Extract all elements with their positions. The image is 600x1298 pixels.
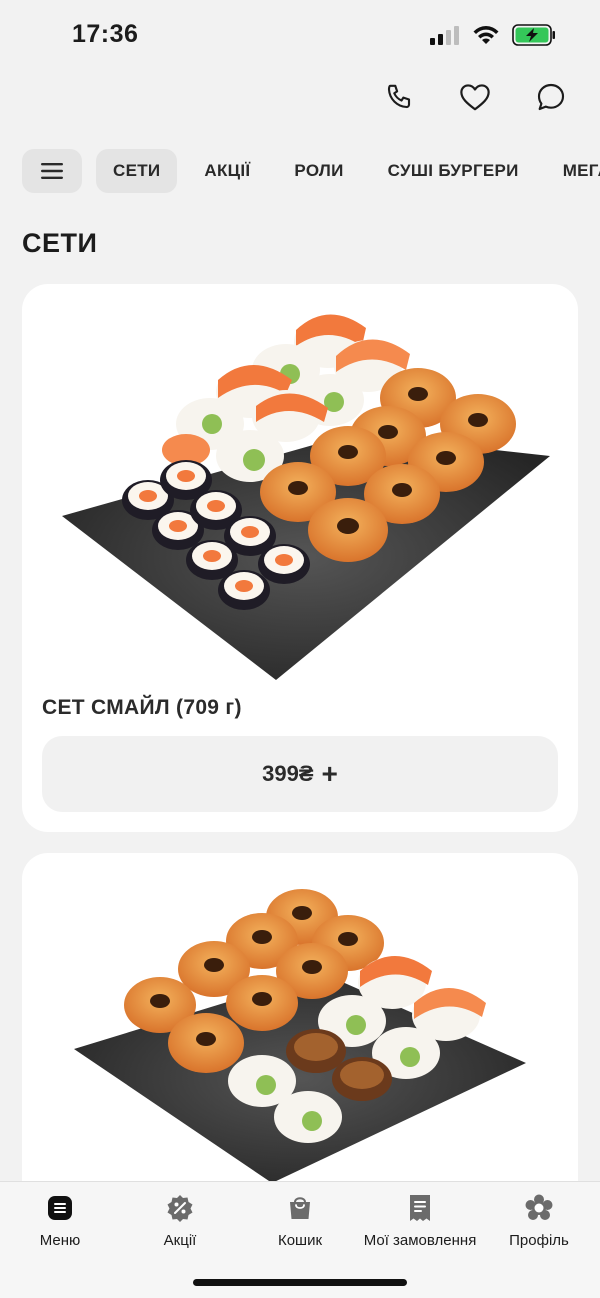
tab-rolls[interactable]: РОЛИ — [277, 149, 360, 193]
favorites-button[interactable] — [454, 78, 496, 116]
status-icons — [430, 24, 556, 46]
nav-item-cart[interactable]: Кошик — [235, 1194, 365, 1249]
product-price: 399₴ — [262, 761, 314, 786]
plus-icon: + — [321, 758, 338, 789]
profile-flower-icon — [525, 1194, 553, 1222]
categories-menu-button[interactable] — [22, 149, 82, 193]
header-actions — [378, 78, 572, 116]
nav-label-promotions: Акції — [163, 1232, 197, 1249]
nav-item-menu[interactable]: Меню — [0, 1194, 125, 1249]
section-title: СЕТИ — [22, 228, 98, 258]
nav-label-cart: Кошик — [277, 1232, 323, 1249]
cellular-signal-icon — [430, 26, 459, 45]
tab-sushi-burgers[interactable]: СУШІ БУРГЕРИ — [371, 149, 536, 193]
product-name[interactable]: СЕТ СМАЙЛ (709 г) — [42, 696, 242, 720]
tab-promotions[interactable]: АКЦІЇ — [187, 149, 267, 193]
tab-mega[interactable]: МЕГА — [546, 149, 600, 193]
battery-charging-icon — [512, 24, 555, 46]
home-indicator — [193, 1279, 407, 1286]
bag-icon — [286, 1194, 314, 1222]
status-time: 17:36 — [72, 20, 139, 48]
nav-label-orders: Мої замовлення — [363, 1232, 477, 1249]
category-tabs: СЕТИ АКЦІЇ РОЛИ СУШІ БУРГЕРИ МЕГА — [96, 149, 600, 193]
product-card[interactable]: СЕТ СМАЙЛ (709 г) 399₴ + — [22, 284, 578, 832]
tab-sets[interactable]: СЕТИ — [96, 149, 178, 193]
chat-button[interactable] — [530, 78, 572, 116]
nav-label-menu: Меню — [39, 1232, 81, 1249]
nav-item-profile[interactable]: Профіль — [474, 1194, 600, 1249]
phone-button[interactable] — [378, 78, 420, 116]
chat-icon — [537, 83, 565, 111]
receipt-icon — [406, 1194, 434, 1222]
product-image — [62, 314, 550, 680]
hamburger-icon — [41, 163, 63, 179]
phone-icon — [387, 84, 411, 109]
menu-list-icon — [46, 1194, 74, 1222]
nav-label-profile: Профіль — [509, 1232, 569, 1249]
wifi-icon — [473, 26, 499, 44]
category-nav: СЕТИ АКЦІЇ РОЛИ СУШІ БУРГЕРИ МЕГА — [22, 148, 600, 194]
nav-item-orders[interactable]: Мої замовлення — [355, 1194, 485, 1249]
nav-item-promotions[interactable]: Акції — [115, 1194, 245, 1249]
heart-icon — [460, 84, 490, 111]
status-bar: 17:36 — [0, 0, 600, 72]
percent-badge-icon — [166, 1194, 194, 1222]
add-to-cart-button[interactable]: 399₴ + — [42, 736, 558, 812]
